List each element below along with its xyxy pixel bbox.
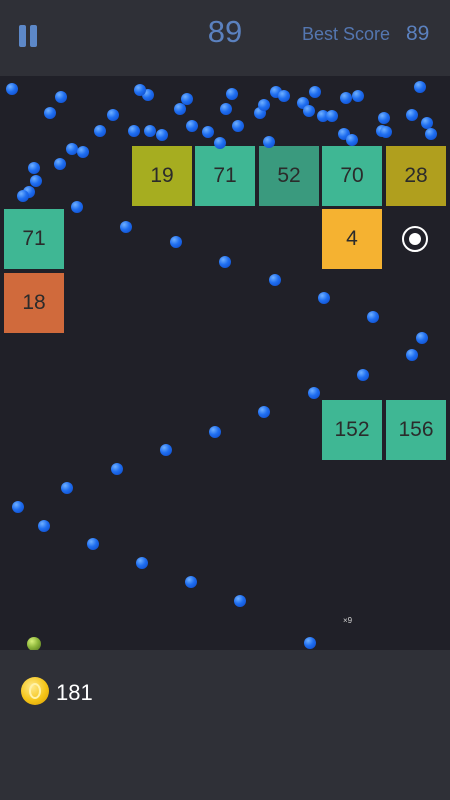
ball [181,93,193,105]
ball [71,201,83,213]
ball [380,126,392,138]
ball [308,387,320,399]
brick: 71 [4,209,64,269]
brick: 18 [4,273,64,333]
ball [318,292,330,304]
ball [202,126,214,138]
ball [269,274,281,286]
ball [234,595,246,607]
ball [174,103,186,115]
ball [185,576,197,588]
ball [144,125,156,137]
ball [55,91,67,103]
ball [38,520,50,532]
ball [12,501,24,513]
ball [406,109,418,121]
ball [214,137,226,149]
ball [357,369,369,381]
ball [186,120,198,132]
ball [326,110,338,122]
ball [367,311,379,323]
extra-ball-ring-icon [402,226,428,252]
ball [54,158,66,170]
pause-icon-bar-right [30,25,37,47]
ball [28,162,40,174]
ball [278,90,290,102]
ball [352,90,364,102]
ball [258,406,270,418]
ball [160,444,172,456]
ball-multiplier: ×9 [343,616,353,625]
ball [170,236,182,248]
pause-icon-bar-left [19,25,26,47]
ball [220,103,232,115]
ball [120,221,132,233]
ball [17,190,29,202]
ball [226,88,238,100]
game-board[interactable]: 19 71 52 70 28 71 4 18 152 156 ×9 [0,76,450,650]
ball [61,482,73,494]
ball [263,136,275,148]
footer-bar: 181 [0,650,450,800]
ball [209,426,221,438]
ball [340,92,352,104]
ball [406,349,418,361]
coin-icon [21,677,49,705]
coin-count: 181 [56,680,93,705]
ball [232,120,244,132]
brick: 4 [322,209,382,269]
brick: 28 [386,146,446,206]
ball [219,256,231,268]
best-score-value: 89 [406,22,430,45]
brick: 152 [322,400,382,460]
ball [87,538,99,550]
current-score: 89 [207,14,243,49]
best-score-label: Best Score [302,24,391,44]
ball [134,84,146,96]
ball [94,125,106,137]
ball [414,81,426,93]
brick: 71 [195,146,255,206]
ball [304,637,316,649]
ball [30,175,42,187]
ball [107,109,119,121]
ball [346,134,358,146]
brick: 70 [322,146,382,206]
ball [128,125,140,137]
ball [6,83,18,95]
brick: 156 [386,400,446,460]
ball [309,86,321,98]
launcher-ball[interactable] [27,637,41,650]
brick: 52 [259,146,319,206]
ball [44,107,56,119]
ball [111,463,123,475]
header-bar: 89 Best Score 89 [0,0,450,76]
ball [378,112,390,124]
ball [416,332,428,344]
ball [303,105,315,117]
ball [425,128,437,140]
ball [156,129,168,141]
ball [258,99,270,111]
brick: 19 [132,146,192,206]
ball [136,557,148,569]
pause-button[interactable] [14,22,44,52]
ball [77,146,89,158]
